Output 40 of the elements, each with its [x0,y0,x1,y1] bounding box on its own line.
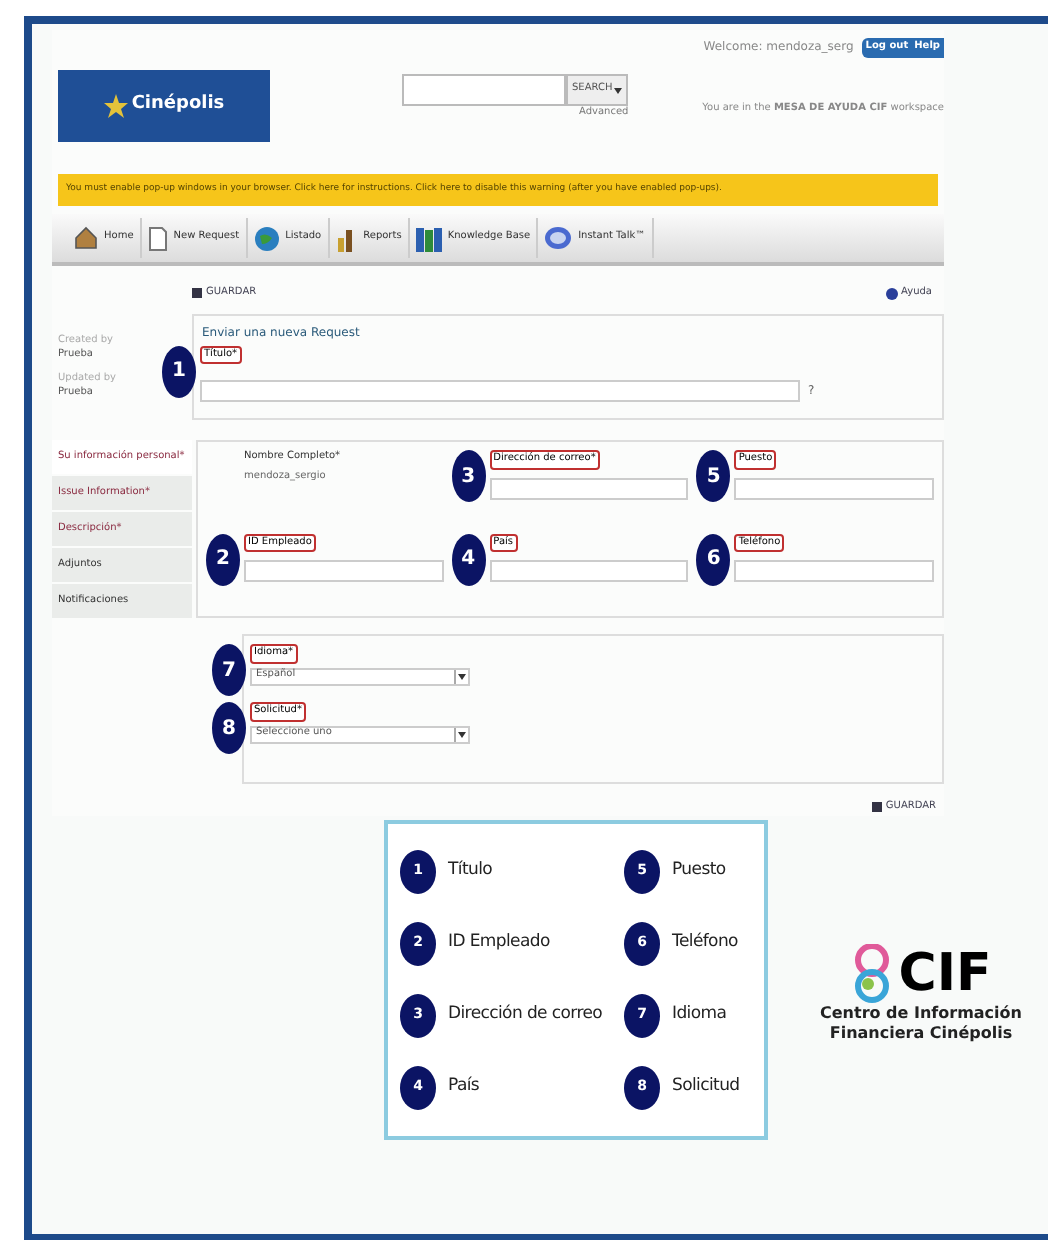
search-field[interactable] [402,74,566,106]
callout-marker: 6 [696,533,731,585]
input-field[interactable] [734,477,934,499]
callout-marker: 4 [451,533,486,585]
input-field[interactable] [734,560,934,582]
callout-marker: 5 [696,450,731,502]
globe-icon [253,225,280,251]
legend-label: Título [448,858,493,884]
callout-marker: 2 [206,533,240,585]
page-icon [147,225,168,251]
callout-marker: 8 [212,702,246,754]
title-input[interactable] [200,380,800,402]
input-field[interactable] [489,560,689,582]
caret-icon [458,731,466,737]
chat-icon [544,226,573,250]
legend-label: País [448,1074,480,1100]
house-icon [74,226,98,250]
logo-text: Cinépolis [131,92,225,119]
callout-marker: 3 [451,450,486,502]
legend-label: Idioma [672,1002,727,1028]
legend-label: Puesto [672,858,726,884]
callout-marker: 1 [162,345,196,397]
legend-label: Dirección de correo [448,1002,603,1028]
books-icon [415,225,442,251]
dropdown-toggle[interactable] [454,727,468,741]
input-field[interactable] [244,560,444,582]
logo-icon [850,943,895,1003]
callout-marker: 7 [212,644,246,696]
star-icon [103,93,128,119]
chart-icon [335,225,358,251]
input-field[interactable] [489,477,689,499]
caret-icon [458,673,466,679]
brand-line: Financiera Cinépolis [829,1023,1013,1043]
legend-label: Solicitud [672,1074,740,1100]
brand-name: CIF [898,947,992,999]
dropdown-toggle[interactable] [454,669,468,683]
legend-label: Teléfono [672,930,738,956]
brand-line: Centro de Información [820,1003,1022,1023]
caret-icon [614,87,623,93]
legend-label: ID Empleado [448,930,550,956]
